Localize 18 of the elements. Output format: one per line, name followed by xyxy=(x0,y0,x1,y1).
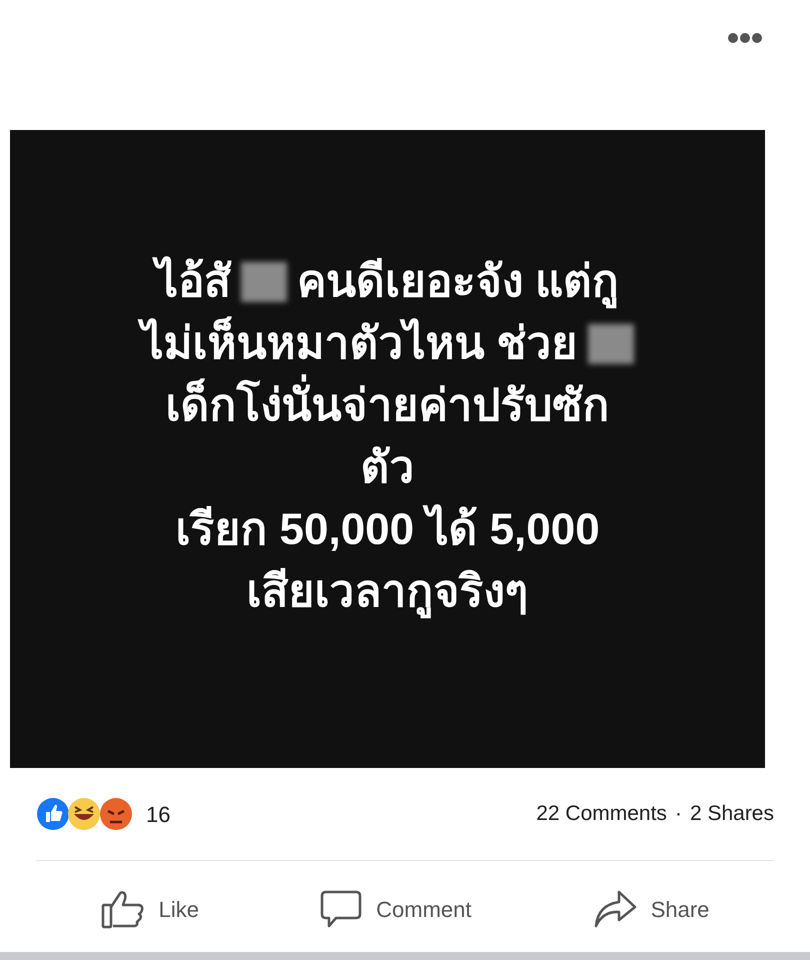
share-button[interactable]: Share xyxy=(592,889,710,929)
post-text-line: เสียเวลากูจริงๆ xyxy=(246,561,528,623)
comments-count[interactable]: 22 Comments xyxy=(536,798,667,830)
share-arrow-icon xyxy=(592,889,637,929)
separator-dot: · xyxy=(674,801,682,828)
more-options-icon[interactable] xyxy=(728,32,762,44)
shares-count[interactable]: 2 Shares xyxy=(690,798,774,830)
censor-blur xyxy=(588,324,634,364)
like-button[interactable]: Like xyxy=(100,889,199,929)
post-text-line: เด็กโง่นั่นจ่ายค่าปรับซัก xyxy=(166,375,610,437)
speech-bubble-icon xyxy=(320,889,362,929)
reaction-count[interactable]: 16 xyxy=(146,798,170,830)
post-text-line: เรียก 50,000 ได้ 5,000 xyxy=(175,503,600,556)
censor-blur xyxy=(240,262,287,302)
post-text-line: ตัว xyxy=(360,442,414,494)
post-text-line: คนดีเยอะจัง แต่กู xyxy=(296,251,620,313)
thumbs-up-icon xyxy=(100,889,145,929)
comment-button[interactable]: Comment xyxy=(320,889,472,929)
